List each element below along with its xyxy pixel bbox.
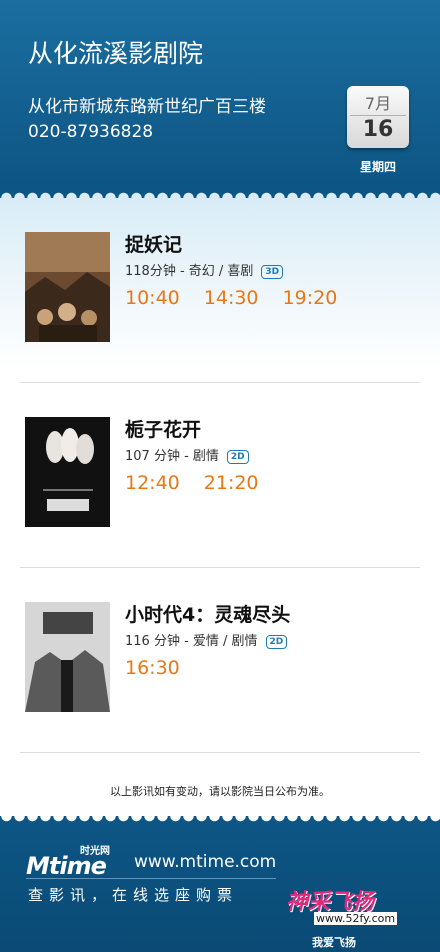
movie-item[interactable]: 捉妖记 118分钟 - 奇幻 / 喜剧 3D 10:40 14:30 19:20 [0,198,440,383]
showtime-row: 16:30 [125,657,204,679]
date-weekday: 星期四 [359,160,396,174]
showtime[interactable]: 14:30 [204,287,259,309]
ticket-edge-top [0,186,440,198]
movie-poster[interactable] [25,602,110,712]
watermark-url: www.52fy.com [314,912,398,925]
footer: 时光网 Mtime www.mtime.com 查影讯，在线选座购票 神采飞扬 … [0,828,440,952]
footer-divider [26,878,276,879]
mtime-logo[interactable]: 时光网 Mtime [26,842,128,880]
movie-item[interactable]: 小时代4：灵魂尽头 116 分钟 - 爱情 / 剧情 2D 16:30 [0,568,440,753]
date-divider [350,115,406,116]
date-card: 7月 16 [347,86,409,148]
cinema-phone[interactable]: 020-87936828 [28,122,153,142]
watermark-subtitle: 我爱飞扬 [312,936,356,949]
showtimes-list: 捉妖记 118分钟 - 奇幻 / 喜剧 3D 10:40 14:30 19:20 栀子… [0,198,440,816]
movie-poster[interactable] [25,232,110,342]
movie-meta: 116 分钟 - 爱情 / 剧情 2D [125,630,288,649]
date-month: 7月 [364,94,392,113]
cinema-name: 从化流溪影剧院 [28,39,204,68]
slogan: 查影讯，在线选座购票 [28,886,239,904]
format-badge: 2D [265,634,288,649]
showtime[interactable]: 10:40 [125,287,180,309]
showtime[interactable]: 16:30 [125,657,180,679]
movie-meta: 107 分钟 - 剧情 2D [125,445,249,464]
movie-poster[interactable] [25,417,110,527]
ticket-edge-bottom [0,816,440,828]
schedule-notice: 以上影讯如有变动，请以影院当日公布为准。 [110,785,330,798]
showtime-row: 12:40 21:20 [125,472,283,494]
movie-meta-text: 118分钟 - 奇幻 / 喜剧 [125,264,254,279]
showtime[interactable]: 12:40 [125,472,180,494]
format-badge: 3D [261,264,284,279]
showtime[interactable]: 21:20 [204,472,259,494]
cinema-address: 从化市新城东路新世纪广百三楼 [28,97,266,117]
movie-meta: 118分钟 - 奇幻 / 喜剧 3D [125,260,284,279]
movie-title[interactable]: 捉妖记 [125,230,182,257]
logo-text: Mtime [26,852,107,880]
movie-title[interactable]: 栀子花开 [125,415,201,442]
format-badge: 2D [226,449,249,464]
movie-item[interactable]: 栀子花开 107 分钟 - 剧情 2D 12:40 21:20 [0,383,440,568]
date-day: 16 [362,117,394,142]
cinema-header: 从化流溪影剧院 从化市新城东路新世纪广百三楼 020-87936828 7月 1… [0,0,440,186]
divider [20,752,420,753]
movie-meta-text: 116 分钟 - 爱情 / 剧情 [125,634,258,649]
movie-title[interactable]: 小时代4：灵魂尽头 [125,600,290,627]
showtime[interactable]: 19:20 [283,287,338,309]
showtime-row: 10:40 14:30 19:20 [125,287,361,309]
movie-meta-text: 107 分钟 - 剧情 [125,449,219,464]
site-url[interactable]: www.mtime.com [134,852,276,872]
